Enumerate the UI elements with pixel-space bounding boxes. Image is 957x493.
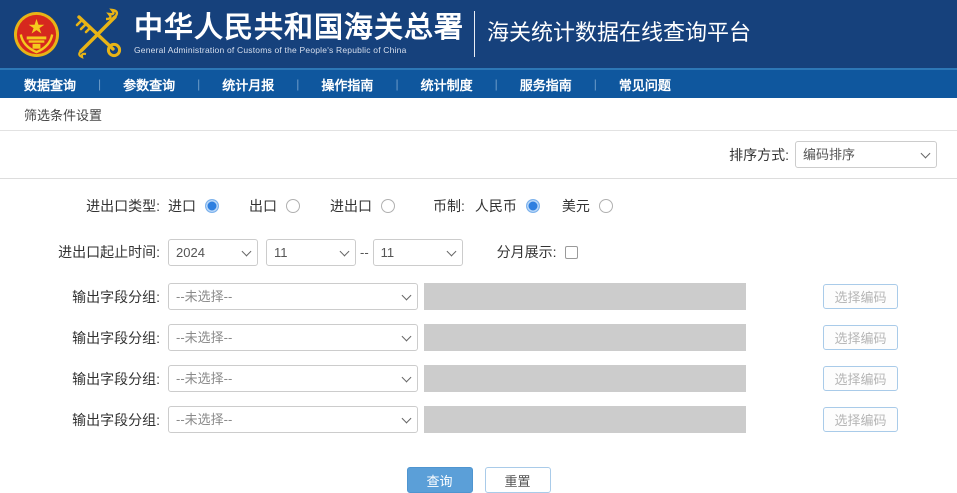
nav-separator: | [98, 77, 102, 91]
page: 中华人民共和国海关总署 General Administration of Cu… [0, 0, 957, 493]
sort-select[interactable]: 编码排序 [795, 141, 937, 168]
time-range-label: 进出口起止时间: [58, 244, 160, 260]
end-month-select-wrap: 11 [372, 238, 463, 266]
filter-form: 进出口类型: 进口 出口 进出口 币制: 人民币 美元 进出口起止时间: 202… [0, 179, 957, 493]
nav-item-param-query[interactable]: 参数查询 [123, 75, 175, 94]
breadcrumb: 筛选条件设置 [24, 107, 103, 123]
monthly-label: 分月展示: [496, 244, 557, 260]
field-group-select-2[interactable]: --未选择-- [168, 324, 418, 351]
field-group-row-4: 输出字段分组: --未选择-- 选择编码 [0, 406, 957, 433]
start-month-select[interactable]: 11 [266, 238, 356, 266]
radio-option-rmb[interactable]: 人民币 [475, 196, 540, 216]
nav-separator: | [197, 77, 201, 91]
radio-option-import[interactable]: 进口 [168, 196, 219, 216]
platform-title: 海关统计数据在线查询平台 [487, 20, 752, 45]
reset-button[interactable]: 重置 [484, 467, 551, 493]
currency-label: 币制: [433, 198, 465, 214]
trade-type-row: 进出口类型: 进口 出口 进出口 币制: 人民币 美元 [0, 191, 957, 221]
field-group-select-wrap: --未选择-- [168, 283, 418, 310]
field-group-select-wrap: --未选择-- [168, 324, 418, 351]
org-name-cn: 中华人民共和国海关总署 [134, 12, 465, 44]
radio-icon[interactable] [286, 199, 300, 213]
sort-label: 排序方式: [729, 146, 789, 163]
field-group-row-1: 输出字段分组: --未选择-- 选择编码 [0, 283, 957, 310]
radio-icon[interactable] [598, 199, 613, 213]
query-button[interactable]: 查询 [406, 467, 473, 493]
field-group-select-3[interactable]: --未选择-- [168, 365, 418, 392]
monthly-checkbox[interactable] [564, 245, 578, 259]
field-group-select-wrap: --未选择-- [168, 406, 418, 433]
select-code-button-1[interactable]: 选择编码 [823, 284, 898, 309]
national-emblem-icon [13, 11, 60, 57]
field-group-select-wrap: --未选择-- [168, 365, 418, 392]
nav-item-data-query[interactable]: 数据查询 [24, 75, 76, 94]
org-name-en: General Administration of Customs of the… [134, 45, 407, 55]
main-nav: 数据查询 | 参数查询 | 统计月报 | 操作指南 | 统计制度 | 服务指南 | 常见问题 [0, 68, 957, 98]
field-group-label: 输出字段分组: [72, 411, 160, 428]
radio-icon[interactable] [381, 199, 395, 213]
sort-select-wrap: 编码排序 [795, 141, 937, 168]
nav-item-guide[interactable]: 操作指南 [321, 75, 373, 94]
radio-option-export[interactable]: 出口 [249, 196, 300, 216]
start-month-select-wrap: 11 [266, 238, 356, 266]
org-title-block: 中华人民共和国海关总署 General Administration of Cu… [134, 13, 464, 55]
nav-item-service-guide[interactable]: 服务指南 [520, 75, 572, 94]
currency-options: 币制: 人民币 美元 [433, 196, 643, 216]
field-group-value-4 [424, 406, 746, 433]
nav-separator: | [296, 77, 300, 91]
select-code-button-3[interactable]: 选择编码 [823, 366, 898, 391]
field-group-row-3: 输出字段分组: --未选择-- 选择编码 [0, 365, 957, 392]
field-group-select-1[interactable]: --未选择-- [168, 283, 418, 310]
nav-item-monthly-report[interactable]: 统计月报 [222, 75, 274, 94]
field-group-value-2 [424, 324, 746, 351]
header-divider [474, 11, 476, 57]
field-group-value-3 [424, 365, 746, 392]
time-range-row: 进出口起止时间: 2024 11 -- 11 分月展示: [0, 235, 957, 269]
field-group-select-4[interactable]: --未选择-- [168, 406, 418, 433]
select-code-button-2[interactable]: 选择编码 [823, 325, 898, 350]
nav-item-faq[interactable]: 常见问题 [619, 75, 671, 94]
action-buttons: 查询 重置 [0, 467, 957, 493]
breadcrumb-row: 筛选条件设置 [0, 98, 957, 131]
radio-icon[interactable] [205, 199, 219, 213]
customs-key-icon [75, 8, 122, 59]
field-group-row-2: 输出字段分组: --未选择-- 选择编码 [0, 324, 957, 351]
trade-type-label: 进出口类型: [86, 198, 160, 214]
radio-icon[interactable] [525, 199, 540, 213]
radio-option-import-export[interactable]: 进出口 [330, 196, 395, 216]
year-select[interactable]: 2024 [168, 238, 258, 266]
field-group-value-1 [424, 283, 746, 310]
nav-item-statistics-system[interactable]: 统计制度 [421, 75, 473, 94]
radio-option-usd[interactable]: 美元 [562, 196, 613, 216]
end-month-select[interactable]: 11 [372, 238, 463, 266]
select-code-button-4[interactable]: 选择编码 [823, 407, 898, 432]
nav-separator: | [395, 77, 399, 91]
nav-separator: | [593, 77, 597, 91]
range-separator: -- [360, 244, 369, 260]
sort-row: 排序方式: 编码排序 [0, 131, 957, 179]
year-select-wrap: 2024 [168, 238, 258, 266]
field-group-label: 输出字段分组: [72, 329, 160, 346]
trade-type-options: 进口 出口 进出口 [168, 196, 425, 216]
field-group-label: 输出字段分组: [72, 288, 160, 305]
field-group-label: 输出字段分组: [72, 370, 160, 387]
nav-separator: | [494, 77, 498, 91]
header: 中华人民共和国海关总署 General Administration of Cu… [0, 0, 957, 68]
